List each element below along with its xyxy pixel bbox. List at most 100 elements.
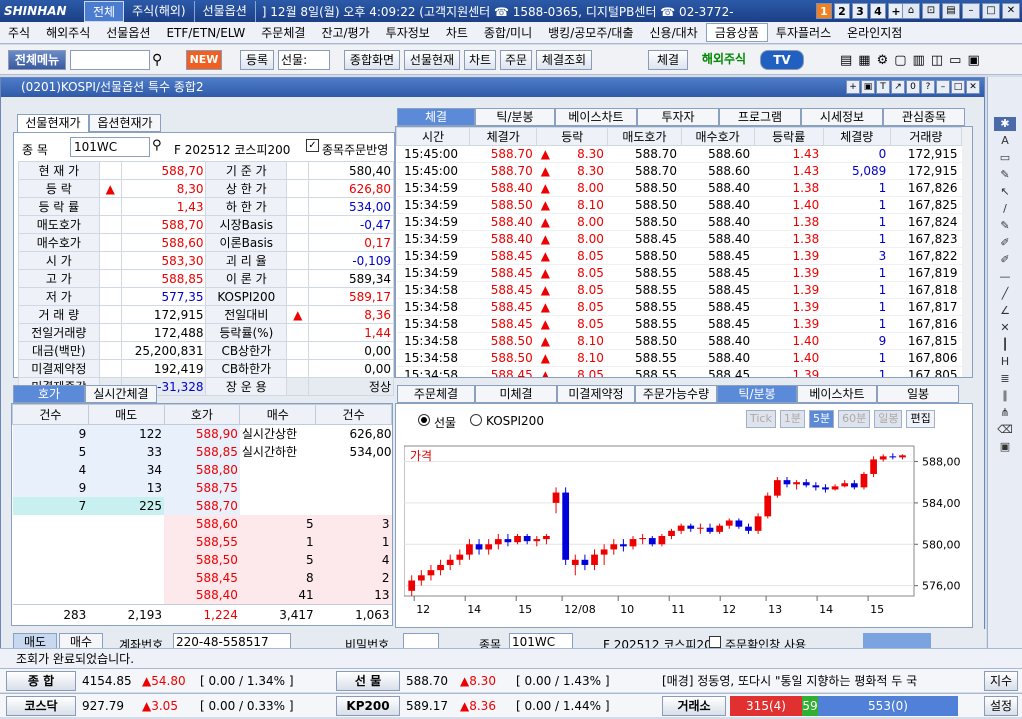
menu-chart[interactable]: 차트 [438,24,476,41]
kospi-label[interactable]: 종 합 [6,671,76,691]
futures-select[interactable]: 선물: [278,50,330,70]
ask-price[interactable]: 588,90 [164,424,240,443]
trades-tab[interactable]: 틱/분봉 [475,108,555,126]
menu-stock[interactable]: 주식 [0,24,38,41]
minimize-icon[interactable]: – [962,3,980,19]
confirm-checkbox[interactable] [709,636,721,648]
futures-current-button[interactable]: 선물현재 [404,50,460,70]
layout-icon[interactable]: ▥ [913,53,925,68]
help-icon[interactable]: ? [921,80,935,94]
tab-futures-current[interactable]: 선물현재가 [17,114,89,132]
interval-button[interactable]: 5분 [808,410,835,428]
news-ticker[interactable]: [매경] 정동영, 또다시 "통일 지향하는 평화적 두 국 [662,671,958,691]
trades-header[interactable]: 등락률 [753,127,824,146]
menu-balance[interactable]: 잔고/평가 [313,24,377,41]
ask-row[interactable]: 5 33 588,85 실시간하한 534,00 [12,442,392,461]
trades-header[interactable]: 체결가 [469,127,538,146]
trades-tab[interactable]: 투자자 [637,108,719,126]
order-reflect-checkbox[interactable]: ✓ [306,139,319,152]
window-icon[interactable]: ▢ [894,53,906,68]
ask-row[interactable]: 4 34 588,80 [12,460,392,479]
overseas-stock-button[interactable]: 해외주식 [694,50,754,70]
menu-invest-plus[interactable]: 투자플러스 [768,24,839,41]
pen-tool-icon[interactable]: ✎ [994,168,1016,182]
index-button[interactable]: 지수 [984,671,1018,691]
trades-scrollbar[interactable] [962,127,972,377]
search-icon[interactable]: ⚲ [152,138,162,153]
capture-icon[interactable]: ◫ [931,53,943,68]
fill-query-button[interactable]: 체결조회 [536,50,592,70]
bid-price[interactable]: 588,55 [164,532,240,551]
trades-header[interactable]: 매도호가 [607,127,682,146]
diagonal-tool-icon[interactable]: ╱ [994,287,1016,301]
tab-options-current[interactable]: 옵션현재가 [89,114,161,132]
screen-number-input[interactable] [70,50,150,70]
menu-credit[interactable]: 신용/대차 [642,24,706,41]
lock-icon[interactable]: ⊡ [922,3,940,19]
menu-invest-info[interactable]: 투자정보 [378,24,438,41]
chart-panel-tab[interactable]: 베이스차트 [797,385,877,403]
marker-tool-icon[interactable]: ✐ [994,236,1016,250]
bid-price[interactable]: 588,60 [164,514,240,533]
trades-tab[interactable]: 베이스차트 [555,108,637,126]
bid-row[interactable]: 588,45 8 2 [13,568,392,587]
trades-tab[interactable]: 체결 [397,108,475,126]
trades-tab[interactable]: 관심종목 [883,108,965,126]
settings-icon[interactable]: ✱ [994,117,1016,131]
page-1-button[interactable]: 1 [816,3,832,19]
interval-button[interactable]: 일봉 [874,410,903,428]
chart-panel-tab[interactable]: 주문체결 [397,385,475,403]
fill-button[interactable]: 체결 [648,50,688,70]
interval-button[interactable]: 편집 [906,410,935,428]
full-menu-button[interactable]: 전체메뉴 [8,50,66,70]
search-icon[interactable]: ⚲ [152,52,162,68]
maximize-icon[interactable]: □ [982,3,1000,19]
bid-row[interactable]: 588,60 5 3 [13,514,392,533]
chart-panel-tab[interactable]: 틱/분봉 [717,385,797,403]
ask-price[interactable]: 588,70 [164,496,240,515]
tab-futures-options[interactable]: 선물옵션 [195,0,256,22]
ask-row[interactable]: 9 122 588,90 실시간상한 626,80 [12,424,392,443]
menu-overseas-stock[interactable]: 해외주식 [38,24,98,41]
settings-icon[interactable]: ⚙ [877,53,889,68]
lock-icon[interactable]: ▣ [967,53,979,68]
radio-futures[interactable] [418,414,430,426]
bid-price[interactable]: 588,45 [164,568,240,587]
cursor-tool-icon[interactable]: ↖ [994,185,1016,199]
menu-etf[interactable]: ETF/ETN/ELW [158,26,253,40]
eraser-tool-icon[interactable]: ⌫ [994,423,1016,437]
register-button[interactable]: 등록 [240,50,274,70]
home-icon[interactable]: ⌂ [902,3,920,19]
chart-panel-tab[interactable]: 미결제약정 [557,385,635,403]
grid-icon[interactable]: ▦ [858,53,870,68]
vline-tool-icon[interactable]: ┃ [994,338,1016,352]
chart-panel-tab[interactable]: 일봉 [877,385,959,403]
trades-header[interactable]: 체결량 [822,127,891,146]
new-badge[interactable]: NEW [186,50,222,70]
win-minimize-icon[interactable]: – [936,80,950,94]
menu-financial-products[interactable]: 금융상품 [705,23,768,42]
highlighter-icon[interactable]: ✐ [994,253,1016,267]
line-tool-icon[interactable]: / [994,202,1016,216]
lock-tool-icon[interactable]: ▣ [994,440,1016,454]
close-icon[interactable]: ✕ [1002,3,1020,19]
print-icon[interactable]: ▤ [942,3,960,19]
link-icon[interactable]: ↗ [891,80,905,94]
menu-futures-options[interactable]: 선물옵션 [98,24,158,41]
ask-price[interactable]: 588,85 [164,442,240,461]
futures-label[interactable]: 선 물 [336,671,400,691]
pin-icon[interactable]: ▣ [861,80,875,94]
ask-price[interactable]: 588,80 [164,460,240,479]
trades-header[interactable]: 시간 [396,127,471,146]
chart-panel-tab[interactable]: 주문가능수량 [635,385,717,403]
win-maximize-icon[interactable]: □ [951,80,965,94]
tv-button[interactable]: TV [760,50,804,70]
ask-row[interactable]: 7 225 588,70 [12,496,392,515]
bid-row[interactable]: 588,40 41 13 [13,586,392,605]
page-4-button[interactable]: 4 [870,3,886,19]
box-tool-icon[interactable]: ▭ [994,151,1016,165]
tab-realtime-fill[interactable]: 실시간체결 [85,385,157,403]
menu-order[interactable]: 주문체결 [253,24,313,41]
bid-row[interactable]: 588,50 5 4 [13,550,392,569]
trades-tab[interactable]: 프로그램 [719,108,801,126]
